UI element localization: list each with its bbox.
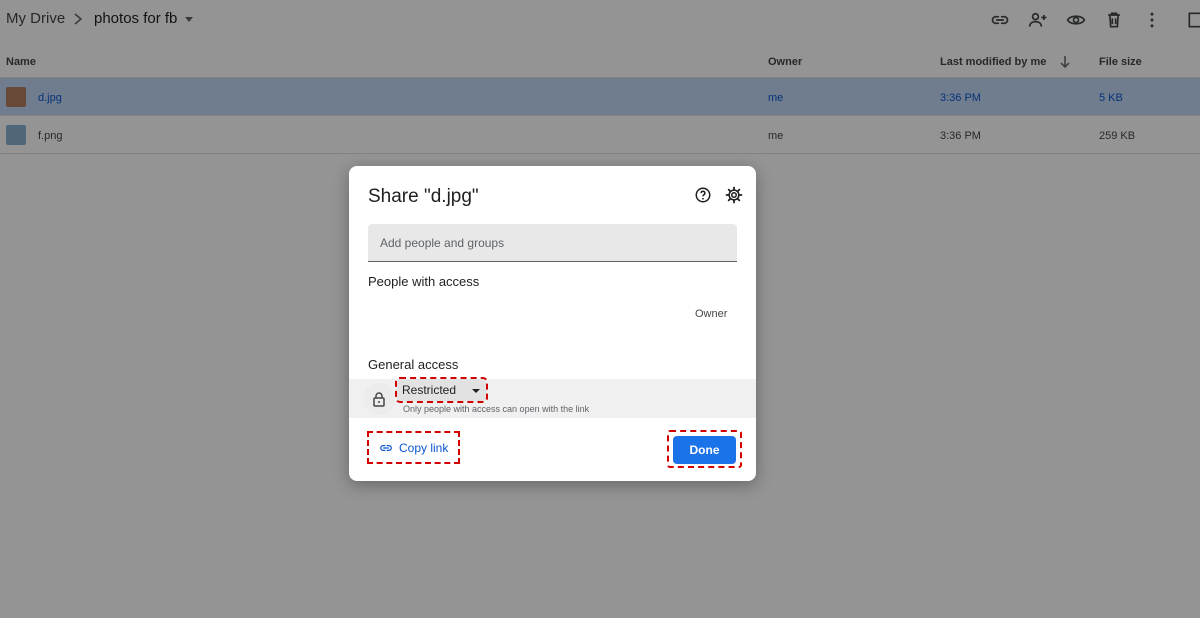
add-people-input[interactable]: [368, 224, 737, 261]
people-with-access-label: People with access: [368, 274, 480, 289]
copy-link-label: Copy link: [399, 440, 449, 455]
access-level-value: Restricted: [402, 383, 457, 397]
dialog-title: Share "d.jpg": [368, 186, 479, 207]
link-icon: [380, 444, 392, 451]
gear-icon[interactable]: [725, 186, 743, 204]
general-access-label: General access: [368, 357, 459, 372]
add-people-field[interactable]: [368, 224, 737, 262]
access-description: Only people with access can open with th…: [403, 404, 590, 414]
help-icon[interactable]: [694, 186, 712, 204]
general-access-row: Restricted Only people with access can o…: [349, 377, 756, 418]
access-level-dropdown[interactable]: Restricted: [394, 377, 489, 403]
done-highlight: Done: [667, 430, 742, 468]
done-button[interactable]: Done: [673, 436, 736, 464]
lock-icon: [363, 383, 395, 415]
share-dialog: Share "d.jpg" People with access Owner G…: [349, 166, 756, 481]
copy-link-button[interactable]: Copy link: [367, 431, 460, 464]
chevron-down-icon: [472, 389, 481, 393]
owner-role-label: Owner: [695, 308, 728, 320]
